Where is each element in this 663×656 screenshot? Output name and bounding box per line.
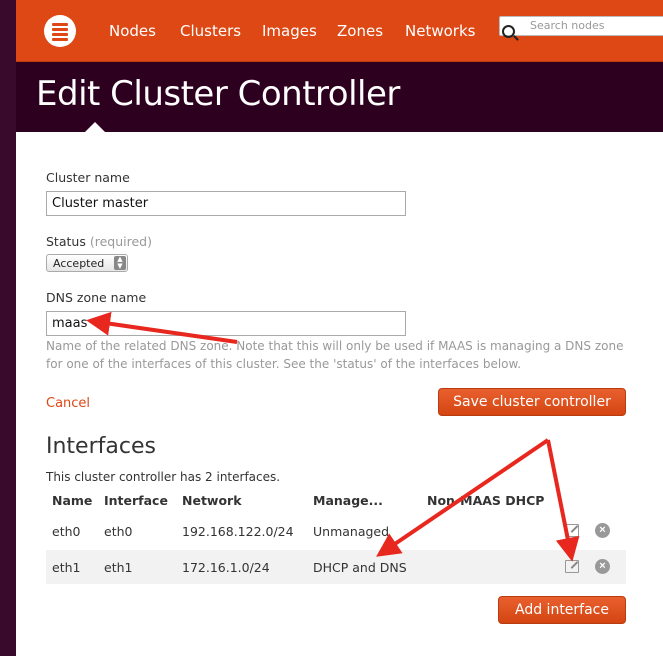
arrow-to-dns-field	[86, 311, 238, 344]
annotation-arrows	[86, 311, 580, 562]
arrow-to-dhcp-and-dns	[376, 438, 550, 557]
arrow-to-edit-icon	[546, 439, 580, 562]
